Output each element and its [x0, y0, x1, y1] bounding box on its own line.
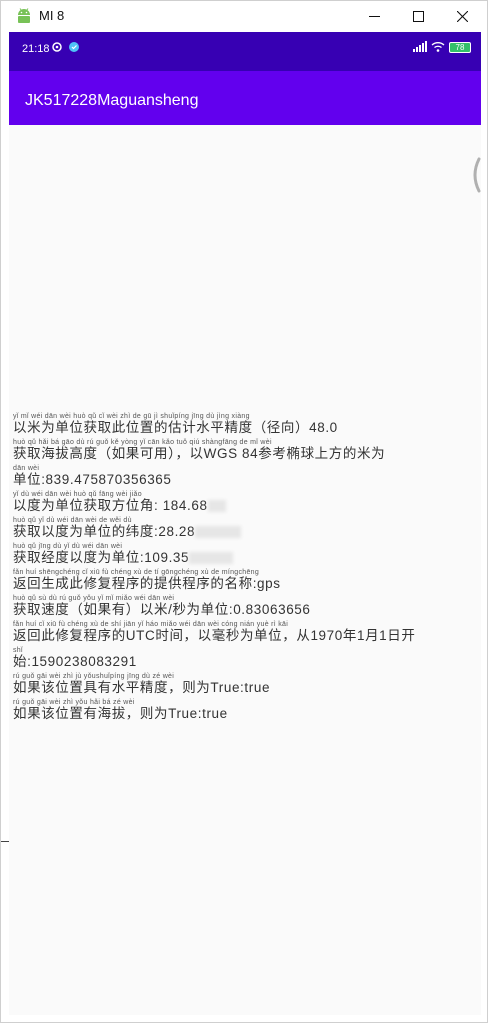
info-line-text: 始:1590238083291: [13, 654, 137, 669]
app-title: JK517228Maguansheng: [25, 92, 199, 109]
battery-level: 78: [455, 43, 465, 52]
window-titlebar[interactable]: MI 8: [1, 1, 487, 32]
window-title: MI 8: [39, 8, 65, 23]
info-line: 返回生成此修复程序的提供程序的名称:gps: [13, 576, 479, 591]
minimize-icon: [368, 16, 380, 17]
info-line-text: 返回此修复程序的UTC时间，以毫秒为单位，从1970年1月1日开: [13, 628, 416, 643]
info-line: 如果该位置具有水平精度，则为True:true: [13, 680, 479, 695]
status-time: 21:18: [22, 43, 50, 55]
app-notification-icon: [69, 42, 79, 52]
app-bar: JK517228Maguansheng: [9, 71, 481, 125]
info-line-text: 单位:839.475870356365: [13, 472, 172, 487]
status-bar: 21:18 78: [9, 32, 481, 71]
emulator-window: MI 8 21:18 78 JK517228Maguansheng yǐ mǐ …: [0, 0, 488, 1023]
info-line-text: 获取经度以度为单位:109.35: [13, 550, 190, 565]
info-line-text: 返回生成此修复程序的提供程序的名称:gps: [13, 576, 281, 591]
android-icon: [18, 8, 30, 23]
redacted-value: [207, 500, 226, 513]
redacted-value: [195, 526, 242, 539]
info-line: 获取经度以度为单位:109.35: [13, 550, 479, 565]
info-line-text: 获取速度（如果有）以米/秒为单位:0.83063656: [13, 602, 311, 617]
info-line-text: 如果该位置具有水平精度，则为True:true: [13, 680, 271, 695]
edge-swipe-handle-icon[interactable]: [469, 157, 481, 193]
redacted-value: [189, 552, 234, 565]
minimize-button[interactable]: [351, 1, 397, 32]
sync-icon: [52, 42, 62, 52]
signal-icon: [413, 41, 427, 52]
info-line: 获取以度为单位的纬度:28.28: [13, 524, 479, 539]
info-line-text: 获取以度为单位的纬度:28.28: [13, 524, 196, 539]
info-line-text: 以米为单位获取此位置的估计水平精度（径向）48.0: [13, 420, 338, 435]
background-window-edge: [1, 841, 9, 842]
info-line-text: 以度为单位获取方位角: 184.68: [13, 498, 208, 513]
location-info-text: yǐ mǐ wéi dān wèi huò qǔ cǐ wèi zhì de g…: [13, 408, 479, 720]
info-line: 如果该位置有海拔，则为True:true: [13, 706, 479, 721]
info-line: 获取速度（如果有）以米/秒为单位:0.83063656: [13, 602, 479, 617]
info-line: 始:1590238083291: [13, 654, 479, 669]
info-line: 以度为单位获取方位角: 184.68: [13, 498, 479, 513]
maximize-icon: [412, 11, 424, 22]
maximize-button[interactable]: [395, 1, 441, 32]
info-line-text: 获取海拔高度（如果可用），以WGS 84参考椭球上方的米为: [13, 446, 386, 461]
wifi-icon: [431, 42, 445, 52]
close-button[interactable]: [439, 1, 485, 32]
info-line-text: 如果该位置有海拔，则为True:true: [13, 706, 228, 721]
info-line: 单位:839.475870356365: [13, 472, 479, 487]
info-line: 获取海拔高度（如果可用），以WGS 84参考椭球上方的米为: [13, 446, 479, 461]
close-icon: [456, 11, 468, 22]
info-line: 以米为单位获取此位置的估计水平精度（径向）48.0: [13, 420, 479, 435]
device-screen: 21:18 78 JK517228Maguansheng yǐ mǐ wéi d…: [9, 32, 481, 1015]
battery-icon: 78: [449, 42, 471, 53]
info-line: 返回此修复程序的UTC时间，以毫秒为单位，从1970年1月1日开: [13, 628, 479, 643]
